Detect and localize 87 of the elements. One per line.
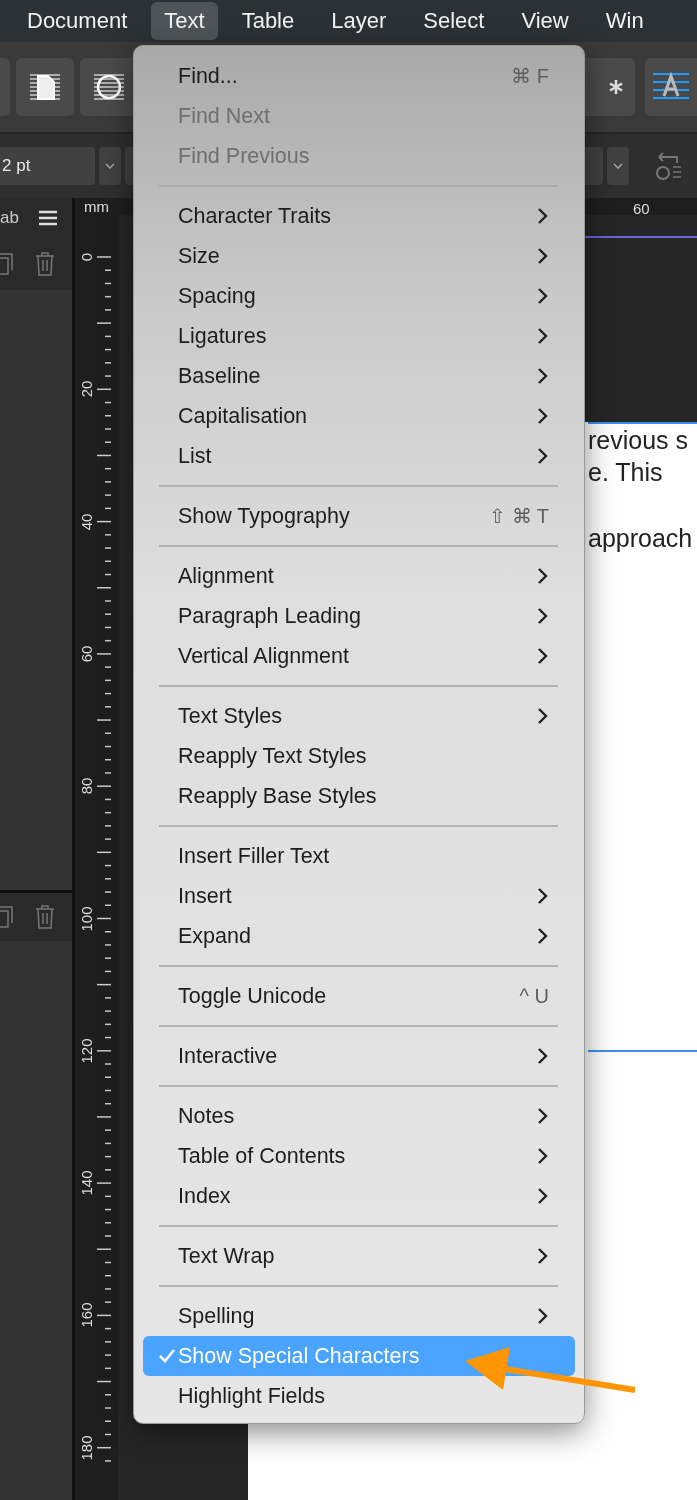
trash-icon[interactable] [34,904,56,930]
chevron-right-icon [537,247,549,265]
asterisk-icon [607,78,625,96]
menu-item[interactable]: Interactive [143,1036,575,1076]
menu-item[interactable]: Reapply Base Styles [143,776,575,816]
menu-item[interactable]: Table of Contents [143,1136,575,1176]
copy-icon[interactable] [0,905,16,929]
chevron-right-icon [537,707,549,725]
copy-icon[interactable] [0,252,16,276]
menu-item[interactable]: Alignment [143,556,575,596]
chevron-right-icon [537,367,549,385]
shortcut-text: ^ U [519,984,549,1008]
shortcut-text: ⇧ ⌘ T [489,504,549,528]
chevron-right-icon [537,1047,549,1065]
menu-item[interactable]: Size [143,236,575,276]
menu-item[interactable]: Spelling [143,1296,575,1336]
menu-bar-item[interactable]: Text [151,2,218,40]
page-lines-icon [28,72,62,102]
ruler-label: 20 [77,379,95,400]
menu-bar-item[interactable]: Layer [318,2,400,40]
document-text: e. This [588,457,664,488]
ruler-label: 60 [633,200,650,215]
menu-icon[interactable] [38,210,58,226]
chevron-down-icon [613,163,623,169]
circle-lines-icon [92,72,126,102]
chevron-right-icon [537,647,549,665]
ruler-label: 180 [77,1434,95,1463]
ruler-label: 40 [77,512,95,532]
document-text: revious s [588,425,690,456]
ruler-label: 80 [77,776,95,797]
menu-item[interactable]: Highlight Fields [143,1376,575,1416]
ruler-label: 120 [77,1037,95,1066]
menu-item[interactable]: Insert Filler Text [143,836,575,876]
menu-item[interactable]: Text Wrap [143,1236,575,1276]
dropdown-button[interactable] [607,147,629,185]
menu-item[interactable]: Toggle Unicode ^ U [143,976,575,1016]
menu-item[interactable]: Expand [143,916,575,956]
text-frame-button[interactable] [645,58,697,116]
panel-tab[interactable]: ab [0,208,19,228]
menu-item[interactable]: Vertical Alignment [143,636,575,676]
ruler-unit: mm [84,198,109,215]
menu-item[interactable]: Character Traits [143,196,575,236]
document-text: approach [588,523,694,554]
menu-item[interactable]: Insert [143,876,575,916]
chevron-right-icon [537,607,549,625]
menu-bar-item[interactable]: Document [14,2,141,40]
menu-item[interactable]: Notes [143,1096,575,1136]
shortcut-text: ⌘ F [511,64,549,88]
ruler-label: 100 [77,905,95,933]
menu-item[interactable]: List [143,436,575,476]
menu-bar-item[interactable]: Select [410,2,498,40]
chevron-right-icon [537,1247,549,1265]
menu-item[interactable]: Ligatures [143,316,575,356]
menu-item[interactable]: Capitalisation [143,396,575,436]
menu-item[interactable]: Text Styles [143,696,575,736]
ruler-label: 140 [77,1169,95,1198]
chevron-right-icon [537,887,549,905]
trash-icon[interactable] [34,251,56,277]
chevron-right-icon [537,927,549,945]
ruler-label: 60 [77,644,95,665]
dropdown-button[interactable] [99,147,121,185]
menu-item[interactable]: Show Typography ⇧ ⌘ T [143,496,575,536]
text-wrap-shape-button[interactable] [16,58,74,116]
menu-bar-item[interactable]: Table [228,2,308,40]
menu-item[interactable]: Find... ⌘ F [143,56,575,96]
menu-bar-item[interactable]: View [508,2,582,40]
chevron-down-icon [105,163,115,169]
menu-item[interactable]: Index [143,1176,575,1216]
chevron-right-icon [537,567,549,585]
chevron-right-icon [537,1147,549,1165]
chevron-right-icon [537,407,549,425]
ruler-label: 0 [77,251,95,264]
chevron-right-icon [537,1307,549,1325]
size-field[interactable]: 2 pt [0,147,95,185]
chevron-right-icon [537,207,549,225]
chevron-right-icon [537,1107,549,1125]
checkmark-icon [158,1348,176,1364]
chevron-right-icon [537,1187,549,1205]
menu-item[interactable]: Spacing [143,276,575,316]
ruler-label: 160 [77,1301,95,1330]
chevron-right-icon [537,447,549,465]
chevron-right-icon [537,287,549,305]
menu-item[interactable]: Reapply Text Styles [143,736,575,776]
menu-bar-item[interactable]: Win [592,2,657,40]
menu-item[interactable]: Baseline [143,356,575,396]
chevron-right-icon [537,327,549,345]
menu-item[interactable]: Paragraph Leading [143,596,575,636]
